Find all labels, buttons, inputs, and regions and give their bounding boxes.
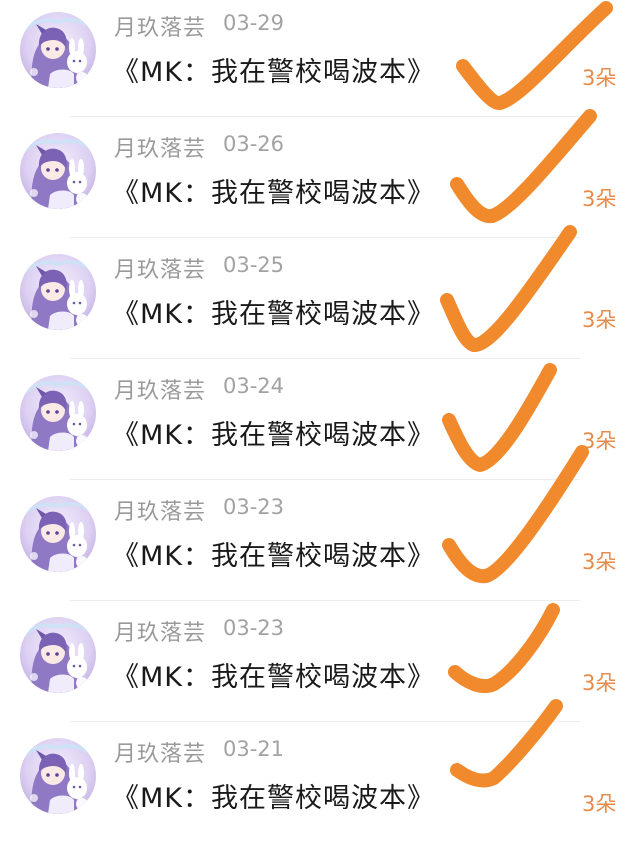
date: 03-29 [223,11,285,35]
avatar-illustration [20,496,96,572]
date: 03-26 [223,132,285,156]
flower-count: 3朵 [582,429,617,453]
avatar-illustration [20,133,96,209]
avatar[interactable] [20,12,96,88]
book-title: 《MK：我在警校喝波本》 [112,662,436,693]
avatar[interactable] [20,375,96,451]
book-title: 《MK：我在警校喝波本》 [112,57,436,88]
book-title: 《MK：我在警校喝波本》 [112,783,436,814]
date: 03-25 [223,253,285,277]
divider [70,479,580,480]
username: 月玖落芸 [114,137,207,162]
book-title: 《MK：我在警校喝波本》 [112,420,436,451]
username: 月玖落芸 [114,621,207,646]
list-item[interactable]: 月玖落芸 03-29 《MK：我在警校喝波本》 3朵 [0,0,640,120]
flower-count: 3朵 [582,66,617,90]
divider [70,116,580,117]
book-title: 《MK：我在警校喝波本》 [112,541,436,572]
flower-count: 3朵 [582,671,617,695]
flower-count: 3朵 [582,792,617,816]
book-title: 《MK：我在警校喝波本》 [112,299,436,330]
list-item[interactable]: 月玖落芸 03-23 《MK：我在警校喝波本》 3朵 [0,605,640,725]
username: 月玖落芸 [114,742,207,767]
date: 03-23 [223,495,285,519]
avatar-illustration [20,254,96,330]
gift-record-list: 月玖落芸 03-29 《MK：我在警校喝波本》 3朵 月玖落芸 03-26 《M… [0,0,640,839]
divider [70,237,580,238]
list-item[interactable]: 月玖落芸 03-26 《MK：我在警校喝波本》 3朵 [0,121,640,241]
date: 03-24 [223,374,285,398]
avatar-illustration [20,12,96,88]
avatar[interactable] [20,496,96,572]
date: 03-23 [223,616,285,640]
avatar[interactable] [20,133,96,209]
list-item[interactable]: 月玖落芸 03-23 《MK：我在警校喝波本》 3朵 [0,484,640,604]
flower-count: 3朵 [582,308,617,332]
avatar[interactable] [20,254,96,330]
divider [70,600,580,601]
avatar-illustration [20,375,96,451]
username: 月玖落芸 [114,500,207,525]
username: 月玖落芸 [114,16,207,41]
flower-count: 3朵 [582,187,617,211]
avatar[interactable] [20,617,96,693]
book-title: 《MK：我在警校喝波本》 [112,178,436,209]
list-item[interactable]: 月玖落芸 03-25 《MK：我在警校喝波本》 3朵 [0,242,640,362]
divider [70,358,580,359]
avatar[interactable] [20,738,96,814]
list-item[interactable]: 月玖落芸 03-24 《MK：我在警校喝波本》 3朵 [0,363,640,483]
username: 月玖落芸 [114,379,207,404]
date: 03-21 [223,737,285,761]
username: 月玖落芸 [114,258,207,283]
divider [70,721,580,722]
avatar-illustration [20,738,96,814]
avatar-illustration [20,617,96,693]
flower-count: 3朵 [582,550,617,574]
list-item[interactable]: 月玖落芸 03-21 《MK：我在警校喝波本》 3朵 [0,726,640,846]
